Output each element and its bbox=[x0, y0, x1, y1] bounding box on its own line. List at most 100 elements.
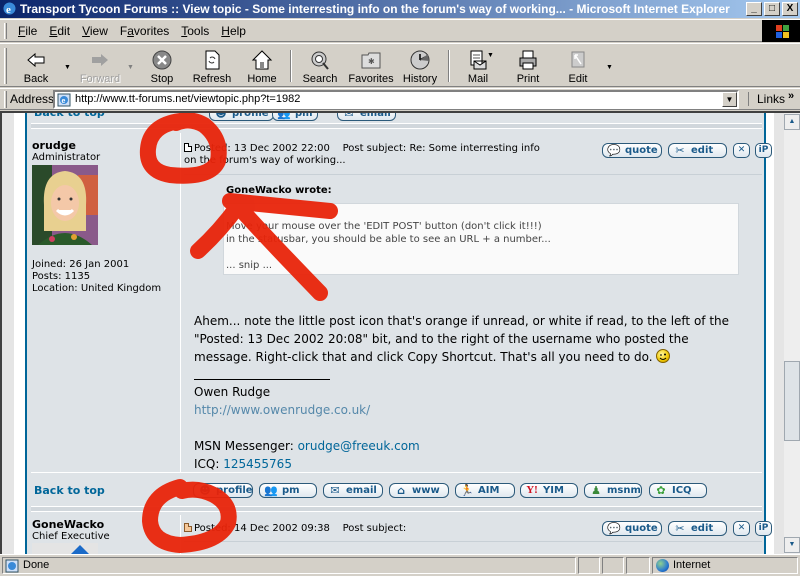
search-label: Search bbox=[302, 73, 338, 85]
avatar-photo bbox=[32, 165, 98, 245]
msn-email-link[interactable]: orudge@freeuk.com bbox=[298, 439, 420, 453]
signature-website-link[interactable]: http://www.owenrudge.co.uk/ bbox=[194, 401, 420, 419]
favorites-label: Favorites bbox=[348, 73, 394, 85]
pm-button-prev[interactable]: 👥 pm bbox=[272, 113, 318, 121]
ip-button[interactable]: iP bbox=[755, 143, 772, 158]
status-text: Done bbox=[23, 559, 50, 571]
menu-file[interactable]: File bbox=[12, 24, 43, 38]
refresh-button[interactable]: Refresh bbox=[188, 47, 236, 85]
menu-accel: V bbox=[82, 24, 90, 38]
edit-dropdown[interactable]: ▼ bbox=[606, 64, 613, 71]
address-input[interactable]: e http://www.tt-forums.net/viewtopic.php… bbox=[53, 90, 739, 109]
mail-dropdown[interactable]: ▼ bbox=[487, 52, 494, 59]
toolbar-grip[interactable] bbox=[4, 48, 7, 84]
search-button[interactable]: Search bbox=[296, 47, 344, 85]
menu-view[interactable]: View bbox=[76, 24, 114, 38]
favorites-button[interactable]: ✱ Favorites bbox=[345, 47, 397, 85]
email-button[interactable]: ✉ email bbox=[323, 483, 383, 498]
maximize-button[interactable]: □ bbox=[764, 2, 780, 16]
aim-button[interactable]: 🏃 AIM bbox=[455, 483, 515, 498]
post-link-icon[interactable] bbox=[184, 523, 192, 532]
stop-label: Stop bbox=[150, 73, 174, 85]
menubar-grip[interactable] bbox=[4, 23, 7, 39]
edit-label: edit bbox=[691, 523, 714, 534]
poster-username[interactable]: orudge bbox=[32, 139, 161, 152]
www-button[interactable]: ⌂ www bbox=[389, 483, 449, 498]
menu-tools[interactable]: Tools bbox=[175, 24, 215, 38]
msnm-button[interactable]: ♟ msnm bbox=[584, 483, 642, 498]
row-separator bbox=[31, 472, 762, 473]
quote-button[interactable]: 💬 quote bbox=[602, 143, 662, 158]
back-dropdown[interactable]: ▼ bbox=[64, 64, 71, 71]
back-to-top-link[interactable]: Back to top bbox=[34, 484, 105, 497]
close-button[interactable]: X bbox=[782, 2, 798, 16]
icq-number-link[interactable]: 125455765 bbox=[223, 457, 292, 471]
windows-logo-icon bbox=[762, 20, 800, 42]
icq-button[interactable]: ✿ ICQ bbox=[649, 483, 707, 498]
post-link-icon[interactable] bbox=[184, 143, 192, 152]
scroll-down-button[interactable]: ▼ bbox=[784, 537, 800, 553]
post-subject-cont: on the forum's way of working... bbox=[184, 155, 346, 166]
links-button[interactable]: Links bbox=[748, 92, 785, 106]
ip-button[interactable]: iP bbox=[755, 521, 772, 536]
post-date: Posted: 13 Dec 2002 22:00 bbox=[194, 143, 330, 154]
profile-button-prev[interactable]: ☻ profile bbox=[209, 113, 274, 121]
post-header: Posted: 14 Dec 2002 09:38 Post subject: bbox=[184, 523, 406, 535]
edit-button[interactable]: ✂ edit bbox=[668, 521, 727, 536]
menu-accel: H bbox=[221, 24, 230, 38]
pm-icon: 👥 bbox=[264, 484, 278, 497]
edit-button[interactable]: ✂ edit bbox=[668, 143, 727, 158]
pm-button[interactable]: 👥 pm bbox=[259, 483, 317, 498]
email-button-prev[interactable]: ✉ email bbox=[337, 113, 396, 121]
back-button[interactable]: Back bbox=[12, 47, 60, 85]
window-title: Transport Tycoon Forums :: View topic - … bbox=[20, 2, 730, 16]
toolbar-separator bbox=[290, 50, 292, 82]
quote-label: quote bbox=[625, 145, 658, 156]
stop-button[interactable]: Stop bbox=[138, 47, 186, 85]
mail-button[interactable]: Mail bbox=[454, 47, 502, 85]
home-button[interactable]: Home bbox=[238, 47, 286, 85]
quote-line: in the statusbar, you should be able to … bbox=[226, 234, 551, 245]
signature-name: Owen Rudge bbox=[194, 385, 271, 399]
menu-accel: a bbox=[127, 24, 134, 38]
menu-favorites[interactable]: Favorites bbox=[114, 24, 175, 38]
menu-help[interactable]: Help bbox=[215, 24, 252, 38]
pm-label: pm bbox=[282, 485, 300, 496]
history-button[interactable]: History bbox=[396, 47, 444, 85]
addressbar-grip[interactable] bbox=[4, 91, 7, 108]
back-to-top-link-prev[interactable]: Back to top bbox=[34, 113, 105, 119]
delete-button[interactable]: ✕ bbox=[733, 521, 750, 536]
status-cell bbox=[602, 557, 624, 574]
profile-label: profile bbox=[216, 485, 253, 496]
menu-edit[interactable]: Edit bbox=[43, 24, 76, 38]
profile-button[interactable]: ☻ profile bbox=[193, 483, 253, 498]
edit-page-button[interactable]: Edit bbox=[554, 47, 602, 85]
msn-buddy-icon: ♟ bbox=[591, 484, 601, 497]
forward-dropdown[interactable]: ▼ bbox=[127, 64, 134, 71]
poster-username[interactable]: GoneWacko bbox=[32, 518, 110, 531]
minimize-button[interactable]: _ bbox=[746, 2, 762, 16]
wink-smiley-icon bbox=[656, 349, 671, 363]
scroll-up-button[interactable]: ▲ bbox=[784, 114, 800, 130]
column-divider bbox=[180, 133, 181, 473]
post-header-separator bbox=[184, 174, 762, 175]
vertical-scrollbar[interactable]: ▲ ▼ bbox=[784, 111, 800, 554]
delete-button[interactable]: ✕ bbox=[733, 143, 750, 158]
post-header: Posted: 13 Dec 2002 22:00 Post subject: … bbox=[184, 143, 540, 167]
forward-button[interactable]: Forward bbox=[76, 47, 124, 85]
edit-scissors-icon: ✂ bbox=[675, 522, 685, 535]
status-bar: Done Internet bbox=[0, 554, 800, 576]
quote-button[interactable]: 💬 quote bbox=[602, 521, 662, 536]
svg-text:✱: ✱ bbox=[368, 57, 375, 66]
scroll-thumb[interactable] bbox=[784, 361, 800, 441]
forward-label: Forward bbox=[79, 73, 121, 85]
icq-label: ICQ: bbox=[194, 457, 224, 471]
menu-label: elp bbox=[229, 24, 246, 38]
address-dropdown-button[interactable]: ▼ bbox=[722, 92, 737, 107]
links-chevron-icon[interactable]: » bbox=[788, 90, 794, 102]
standard-toolbar: Back ▼ Forward ▼ Stop Refresh Home Searc… bbox=[0, 43, 800, 87]
icq-label: ICQ bbox=[672, 485, 692, 496]
quote-line bbox=[226, 246, 736, 259]
yim-button[interactable]: Y! YIM bbox=[520, 483, 578, 498]
print-button[interactable]: Print bbox=[504, 47, 552, 85]
